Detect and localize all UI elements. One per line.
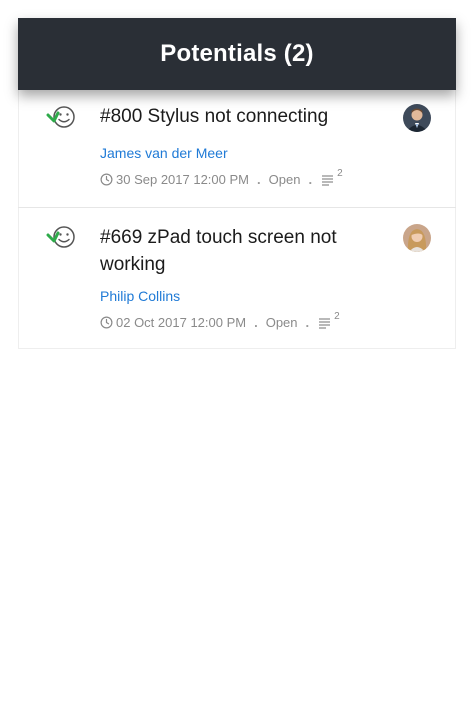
smiley-arrow-icon <box>46 106 75 128</box>
notes-count: 2 <box>337 168 343 179</box>
notes-icon <box>319 317 331 329</box>
potential-status: Open <box>265 315 298 330</box>
potential-title[interactable]: #669 zPad touch screen not working <box>100 224 370 278</box>
contact-link[interactable]: Philip Collins <box>100 288 180 304</box>
potential-item[interactable]: #800 Stylus not connecting James van der… <box>18 90 456 208</box>
separator-dot: . <box>257 172 261 187</box>
clock-icon <box>100 316 113 329</box>
potential-meta: 30 Sep 2017 12:00 PM . Open . 2 <box>100 168 343 187</box>
potential-datetime: 30 Sep 2017 12:00 PM <box>116 172 249 187</box>
separator-dot: . <box>254 315 258 330</box>
notes-count: 2 <box>334 311 340 322</box>
potential-title[interactable]: #800 Stylus not connecting <box>100 103 370 130</box>
potential-datetime: 02 Oct 2017 12:00 PM <box>116 315 247 330</box>
potential-item[interactable]: #669 zPad touch screen not working Phili… <box>18 208 456 349</box>
potential-meta: 02 Oct 2017 12:00 PM . Open . 2 <box>100 311 340 330</box>
clock-icon <box>100 173 113 186</box>
avatar[interactable] <box>403 104 431 132</box>
smiley-arrow-icon <box>46 226 75 248</box>
contact-link[interactable]: James van der Meer <box>100 145 228 161</box>
separator-dot: . <box>305 315 310 330</box>
separator-dot: . <box>308 172 313 187</box>
notes-icon <box>322 174 334 186</box>
avatar[interactable] <box>403 224 431 252</box>
header-title: Potentials (2) <box>160 40 314 67</box>
potentials-header: Potentials (2) <box>18 18 456 90</box>
potential-status: Open <box>268 172 301 187</box>
